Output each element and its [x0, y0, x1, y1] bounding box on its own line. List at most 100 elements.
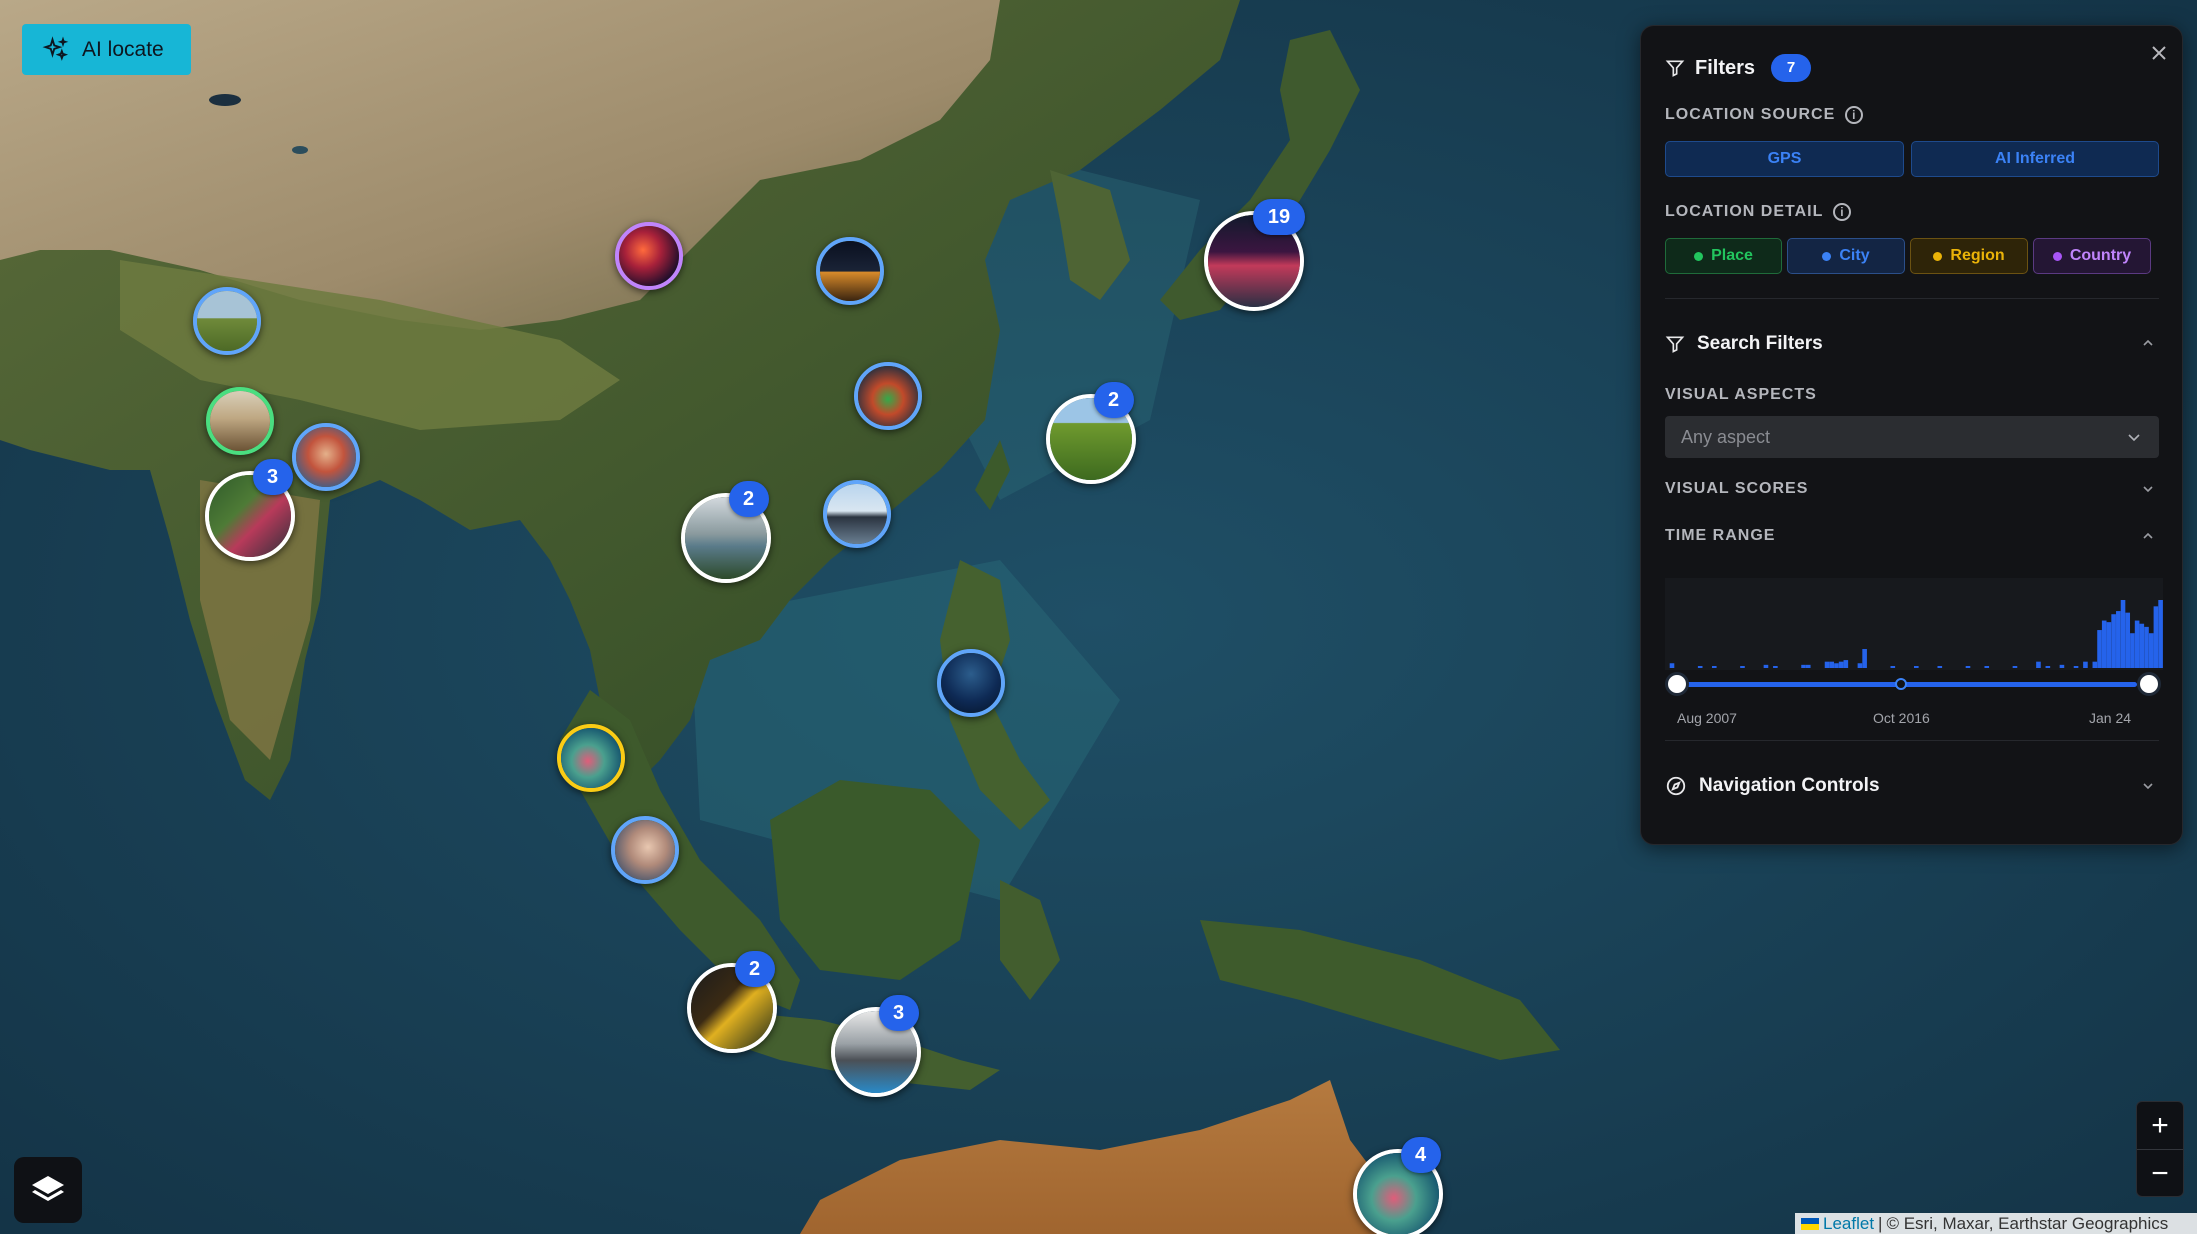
ai-locate-button[interactable]: AI locate — [22, 24, 191, 75]
histogram-bar — [1824, 661, 1830, 668]
photo-marker-himalaya-west[interactable] — [193, 287, 261, 355]
location-source-heading: LOCATION SOURCE i — [1665, 106, 1864, 124]
histogram-bar — [2097, 630, 2102, 668]
visual-scores-heading[interactable]: VISUAL SCORES — [1665, 480, 1808, 498]
photo-marker-beijing[interactable] — [816, 237, 884, 305]
photo-thumbnail — [820, 241, 880, 301]
histogram-bar — [2125, 612, 2131, 668]
cluster-count-badge[interactable]: 19 — [1253, 199, 1305, 235]
histogram-bar — [2144, 626, 2149, 668]
zoom-out-button[interactable]: − — [2137, 1150, 2183, 1198]
cluster-count-badge[interactable]: 3 — [252, 459, 293, 495]
source-ai-inferred-button[interactable]: AI Inferred — [1911, 141, 2159, 177]
histogram-bar — [2148, 633, 2154, 668]
photo-marker-east-china[interactable] — [854, 362, 922, 430]
photo-thumbnail — [561, 728, 621, 788]
chevron-down-icon[interactable] — [2141, 779, 2155, 797]
ai-locate-label: AI locate — [82, 37, 164, 61]
photo-thumbnail — [210, 391, 270, 451]
histogram-bar — [1697, 666, 1703, 668]
visual-aspects-heading: VISUAL ASPECTS — [1665, 386, 1817, 404]
histogram-bar — [2092, 661, 2098, 668]
photo-thumbnail — [296, 427, 356, 487]
photo-marker-nepal[interactable] — [292, 423, 360, 491]
histogram-bar — [1857, 663, 1863, 668]
histogram-bar — [2134, 620, 2140, 668]
location-detail-label: LOCATION DETAIL — [1665, 203, 1824, 220]
histogram-bar — [2130, 633, 2135, 668]
range-end-handle[interactable] — [2137, 672, 2161, 696]
range-start-label: Aug 2007 — [1677, 710, 1737, 726]
detail-region-button[interactable]: Region — [1910, 238, 2028, 274]
layers-button[interactable] — [14, 1157, 82, 1223]
leaflet-link[interactable]: Leaflet — [1823, 1214, 1874, 1234]
cluster-count-badge[interactable]: 2 — [1093, 382, 1134, 418]
histogram-bar — [2059, 664, 2065, 668]
attribution-separator: | — [1878, 1213, 1883, 1233]
close-panel-button[interactable] — [2145, 40, 2173, 68]
photo-thumbnail — [619, 226, 679, 286]
cluster-count-badge[interactable]: 4 — [1400, 1137, 1441, 1173]
cluster-count-badge[interactable]: 2 — [728, 481, 769, 517]
city-dot-icon — [1822, 251, 1832, 261]
time-range-heading[interactable]: TIME RANGE — [1665, 527, 1775, 545]
histogram-bar — [2101, 620, 2107, 668]
visual-aspects-label: VISUAL ASPECTS — [1665, 386, 1817, 403]
chevron-down-icon[interactable] — [2141, 482, 2155, 500]
info-icon[interactable]: i — [1845, 106, 1864, 124]
filters-title: Filters — [1695, 56, 1756, 79]
photo-marker-india-north[interactable] — [206, 387, 274, 455]
location-source-label: LOCATION SOURCE — [1665, 106, 1836, 123]
histogram-bar — [2111, 614, 2116, 668]
histogram-bar — [1965, 666, 1971, 668]
histogram-bar — [1711, 666, 1717, 668]
detail-country-button[interactable]: Country — [2033, 238, 2151, 274]
info-icon[interactable]: i — [1833, 203, 1852, 221]
range-start-handle[interactable] — [1665, 672, 1689, 696]
histogram-bar — [1805, 664, 1811, 668]
chevron-up-icon[interactable] — [2141, 529, 2155, 547]
histogram-bar — [1829, 661, 1835, 668]
histogram-bar — [1740, 666, 1745, 668]
histogram-bar — [1914, 666, 1919, 668]
detail-region-label: Region — [1950, 247, 2005, 264]
photo-marker-thailand[interactable] — [557, 724, 625, 792]
divider — [1665, 740, 2159, 741]
range-end-label: Jan 24 — [2089, 710, 2132, 726]
photo-marker-north-china[interactable] — [615, 222, 683, 290]
photo-marker-hong-kong[interactable] — [823, 480, 891, 548]
time-histogram — [1665, 578, 2163, 670]
chevron-up-icon[interactable] — [2141, 336, 2155, 354]
detail-city-button[interactable]: City — [1787, 238, 1905, 274]
histogram-bar — [2116, 611, 2121, 668]
layers-icon — [32, 1176, 64, 1201]
search-filters-toggle[interactable]: Search Filters — [1665, 333, 1823, 355]
region-dot-icon — [1933, 251, 1943, 261]
photo-thumbnail — [858, 366, 918, 426]
range-midpoint-marker — [1895, 678, 1907, 690]
filters-header: Filters 7 — [1665, 54, 1812, 82]
zoom-in-button[interactable]: + — [2137, 1102, 2183, 1150]
source-gps-button[interactable]: GPS — [1665, 141, 1904, 177]
photo-marker-philippines[interactable] — [937, 649, 1005, 717]
detail-place-button[interactable]: Place — [1665, 238, 1782, 274]
histogram-bar — [1801, 664, 1806, 668]
sparkles-icon — [42, 35, 69, 61]
histogram-bar — [1843, 660, 1849, 668]
histogram-bar — [1773, 666, 1778, 668]
visual-scores-label: VISUAL SCORES — [1665, 480, 1809, 497]
detail-place-label: Place — [1711, 247, 1753, 264]
photo-marker-malaysia[interactable] — [611, 816, 679, 884]
cluster-count-badge[interactable]: 2 — [734, 951, 775, 987]
navigation-controls-toggle[interactable]: Navigation Controls — [1665, 775, 1880, 797]
photo-thumbnail — [941, 653, 1001, 713]
histogram-bar — [1669, 663, 1675, 668]
time-range-track[interactable] — [1677, 682, 2137, 687]
visual-aspects-select[interactable]: Any aspect — [1665, 416, 2159, 458]
chevron-down-icon — [2128, 434, 2140, 442]
histogram-bar — [2106, 622, 2112, 668]
visual-aspects-placeholder: Any aspect — [1681, 426, 1771, 447]
histogram-bar — [1862, 649, 1867, 668]
cluster-count-badge[interactable]: 3 — [878, 995, 919, 1031]
attribution-credits: © Esri, Maxar, Earthstar Geographics — [1886, 1213, 2169, 1233]
